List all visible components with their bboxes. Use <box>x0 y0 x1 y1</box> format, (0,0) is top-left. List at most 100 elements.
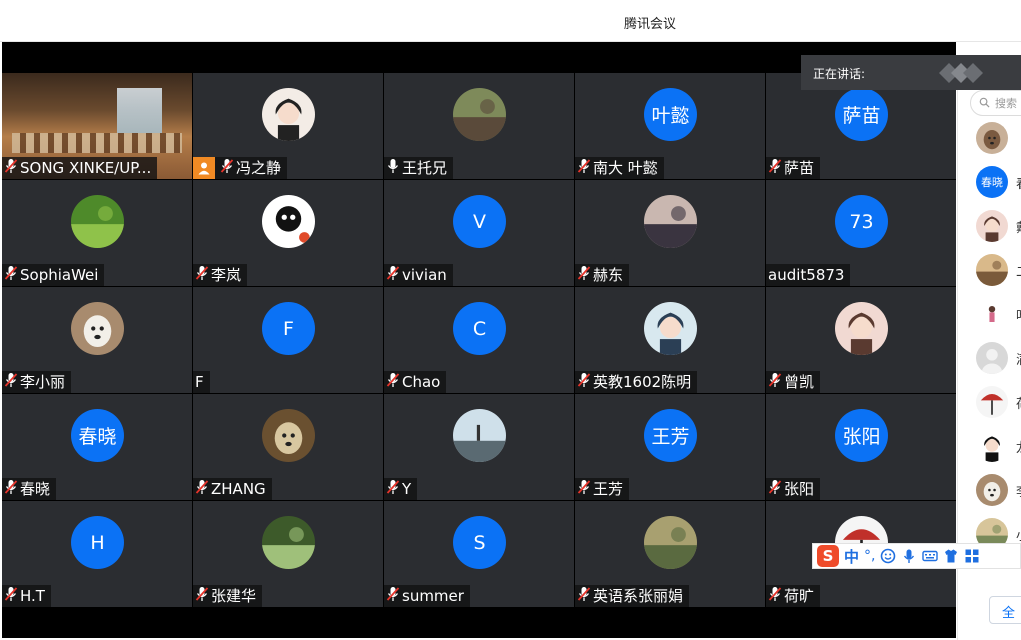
mic-muted-icon <box>4 586 18 606</box>
mic-muted-icon <box>195 265 209 285</box>
participant-name-bar: 英教1602陈明 <box>575 371 698 393</box>
mic-muted-icon <box>195 479 209 499</box>
side-participant-name: 李 <box>1016 481 1021 500</box>
participant-search-input[interactable]: 搜索 <box>970 90 1021 116</box>
participant-tile[interactable]: Vvivian <box>384 180 574 286</box>
participant-tile[interactable]: C Chao <box>384 287 574 393</box>
participant-name-bar: 春晓 <box>2 478 57 500</box>
participant-tile[interactable]: FF <box>193 287 383 393</box>
mic-muted-icon <box>577 372 591 392</box>
participant-name-bar: F <box>193 371 210 393</box>
side-participant-name: 荷 <box>1016 393 1021 412</box>
participant-name: 张建华 <box>211 587 257 605</box>
participant-tile[interactable]: 英教1602陈明 <box>575 287 765 393</box>
participant-avatar: V <box>453 195 506 248</box>
sogou-logo-icon[interactable]: S <box>817 545 839 567</box>
mic-muted-icon <box>768 479 782 499</box>
side-participant-avatar-photo[interactable] <box>976 386 1008 418</box>
side-participant-avatar-photo[interactable] <box>976 122 1008 154</box>
participant-name: 英语系张丽娟 <box>593 587 684 605</box>
mic-muted-icon <box>577 479 591 499</box>
participant-avatar: 春晓 <box>71 409 124 462</box>
keyboard-icon[interactable] <box>922 548 939 564</box>
side-participant-avatar-photo[interactable] <box>976 430 1008 462</box>
participant-tile[interactable]: 春晓 春晓 <box>2 394 192 500</box>
skin-icon[interactable] <box>943 548 959 564</box>
mic-muted-icon <box>4 479 18 499</box>
ime-mode-toggle[interactable]: 中 <box>844 546 859 567</box>
ime-punct-toggle[interactable]: °, <box>864 548 875 564</box>
participant-tile[interactable]: 73 audit5873 <box>766 180 956 286</box>
participant-name-bar: Chao <box>384 371 447 393</box>
toolbox-icon[interactable] <box>964 548 980 564</box>
mic-muted-icon <box>195 586 209 606</box>
participant-name-bar: 曾凯 <box>766 371 821 393</box>
participant-name-bar: Y <box>384 478 418 500</box>
participant-tile[interactable]: 张阳 张阳 <box>766 394 956 500</box>
participant-tile[interactable]: 曾凯 <box>766 287 956 393</box>
mic-muted-icon <box>577 265 591 285</box>
participant-name-bar: H.T <box>2 585 51 607</box>
participant-name: audit5873 <box>768 266 845 284</box>
mic-muted-icon <box>4 372 18 392</box>
side-participant-avatar-photo[interactable] <box>976 474 1008 506</box>
participant-avatar-photo <box>453 409 506 462</box>
participant-avatar-photo <box>71 302 124 355</box>
participant-name: summer <box>402 587 464 605</box>
participant-name: SONG XINKE/UP... <box>20 159 152 177</box>
participant-tile[interactable]: 冯之静 <box>193 73 383 179</box>
participant-name-bar: 王芳 <box>575 478 630 500</box>
participant-tile[interactable]: 李小丽 <box>2 287 192 393</box>
side-participant-avatar-photo[interactable] <box>976 254 1008 286</box>
participant-tile[interactable]: Ssummer <box>384 501 574 607</box>
host-person-icon <box>193 157 215 179</box>
side-participant-name: 叶 <box>1016 305 1021 324</box>
participant-tile[interactable]: SONG XINKE/UP... <box>2 73 192 179</box>
mic-icon <box>386 158 400 178</box>
emoji-icon[interactable] <box>880 548 896 564</box>
participant-avatar: H <box>71 516 124 569</box>
participant-avatar: 张阳 <box>835 409 888 462</box>
search-icon <box>979 97 990 108</box>
side-participant-name: 满 <box>1016 349 1021 368</box>
participant-tile[interactable]: Y <box>384 394 574 500</box>
side-participant-avatar-photo[interactable] <box>976 342 1008 374</box>
participant-tile[interactable]: 英语系张丽娟 <box>575 501 765 607</box>
participant-name: SophiaWei <box>20 266 99 284</box>
participant-name-bar: audit5873 <box>766 264 851 286</box>
participant-tile[interactable]: 王托兄 <box>384 73 574 179</box>
participant-tile[interactable]: 张建华 <box>193 501 383 607</box>
participant-tile[interactable]: 王芳 王芳 <box>575 394 765 500</box>
participant-name-bar: SophiaWei <box>2 264 105 286</box>
participant-tile[interactable]: ZHANG <box>193 394 383 500</box>
speaking-label: 正在讲话: <box>813 67 866 81</box>
participant-tile[interactable]: 赫东 <box>575 180 765 286</box>
participant-name-bar: summer <box>384 585 470 607</box>
participant-avatar-photo <box>71 195 124 248</box>
participant-name: 赫东 <box>593 266 624 284</box>
side-participant-avatar[interactable]: 春晓 <box>976 166 1008 198</box>
title-bar: 腾讯会议 <box>0 0 1021 42</box>
participant-tile[interactable]: SophiaWei <box>2 180 192 286</box>
participant-name: 张阳 <box>784 480 815 498</box>
participant-name: 曾凯 <box>784 373 815 391</box>
mic-muted-icon <box>768 372 782 392</box>
all-participants-button[interactable]: 全 <box>989 596 1021 624</box>
participant-name: ZHANG <box>211 480 266 498</box>
participant-tile[interactable]: 李岚 <box>193 180 383 286</box>
participant-avatar-photo <box>262 516 315 569</box>
side-participant-avatar-photo[interactable] <box>976 210 1008 242</box>
sogou-ime-toolbar: S 中 °, <box>812 543 1021 569</box>
side-participant-avatar-photo[interactable] <box>976 298 1008 330</box>
mic-muted-icon <box>577 158 591 178</box>
participant-name-bar: 萨苗 <box>766 157 821 179</box>
participant-avatar: 叶懿 <box>644 88 697 141</box>
voice-input-icon[interactable] <box>901 548 917 564</box>
participant-tile[interactable]: 叶懿 南大 叶懿 <box>575 73 765 179</box>
participant-tile[interactable]: H H.T <box>2 501 192 607</box>
participant-avatar-photo <box>262 88 315 141</box>
mic-muted-icon <box>386 479 400 499</box>
participant-name: H.T <box>20 587 45 605</box>
participant-avatar-photo <box>453 88 506 141</box>
participant-avatar-photo <box>262 409 315 462</box>
